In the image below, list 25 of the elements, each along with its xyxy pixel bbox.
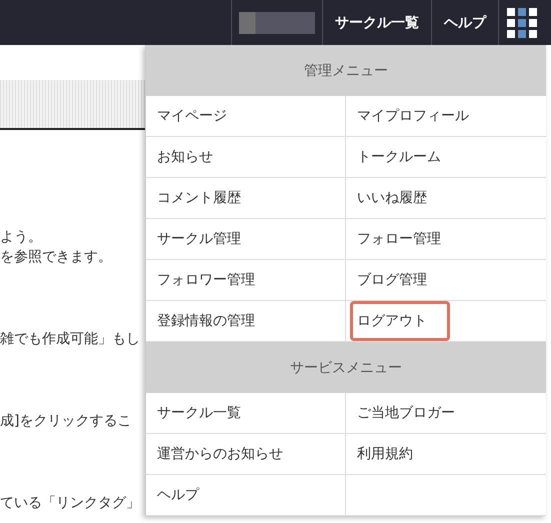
menu-item[interactable]: 運営からのお知らせ: [150, 434, 290, 474]
menu-section-header: 管理メニュー: [146, 45, 546, 96]
menu-item[interactable]: マイプロフィール: [350, 96, 476, 136]
body-text: 雑でも作成可能」もし: [0, 330, 141, 349]
body-text: 成]をクリックするこ: [0, 412, 132, 431]
menu-item[interactable]: サークル一覧: [150, 393, 248, 433]
menu-item[interactable]: 登録情報の管理: [150, 301, 262, 341]
body-text: よう。: [0, 228, 43, 247]
menu-item[interactable]: コメント履歴: [150, 178, 248, 218]
body-text: ている「リンクタグ」: [0, 494, 141, 513]
menu-item[interactable]: マイページ: [150, 96, 234, 136]
menu-item[interactable]: ヘルプ: [150, 475, 206, 515]
menu-item[interactable]: いいね履歴: [350, 178, 434, 218]
grid-icon: [507, 8, 537, 38]
menu-item[interactable]: ログアウト: [350, 301, 450, 341]
menu-item[interactable]: 利用規約: [350, 434, 420, 474]
menu-item[interactable]: お知らせ: [150, 137, 220, 177]
menu-item[interactable]: サークル管理: [150, 219, 248, 259]
menu-item[interactable]: ブログ管理: [350, 260, 434, 300]
menu-item[interactable]: ご当地ブロガー: [350, 393, 462, 433]
menu-item[interactable]: フォロワー管理: [150, 260, 262, 300]
menu-item[interactable]: トークルーム: [350, 137, 448, 177]
menu-item[interactable]: フォロー管理: [350, 219, 448, 259]
body-text: を参照できます。: [0, 248, 113, 267]
menu-section-header: サービスメニュー: [146, 342, 546, 393]
